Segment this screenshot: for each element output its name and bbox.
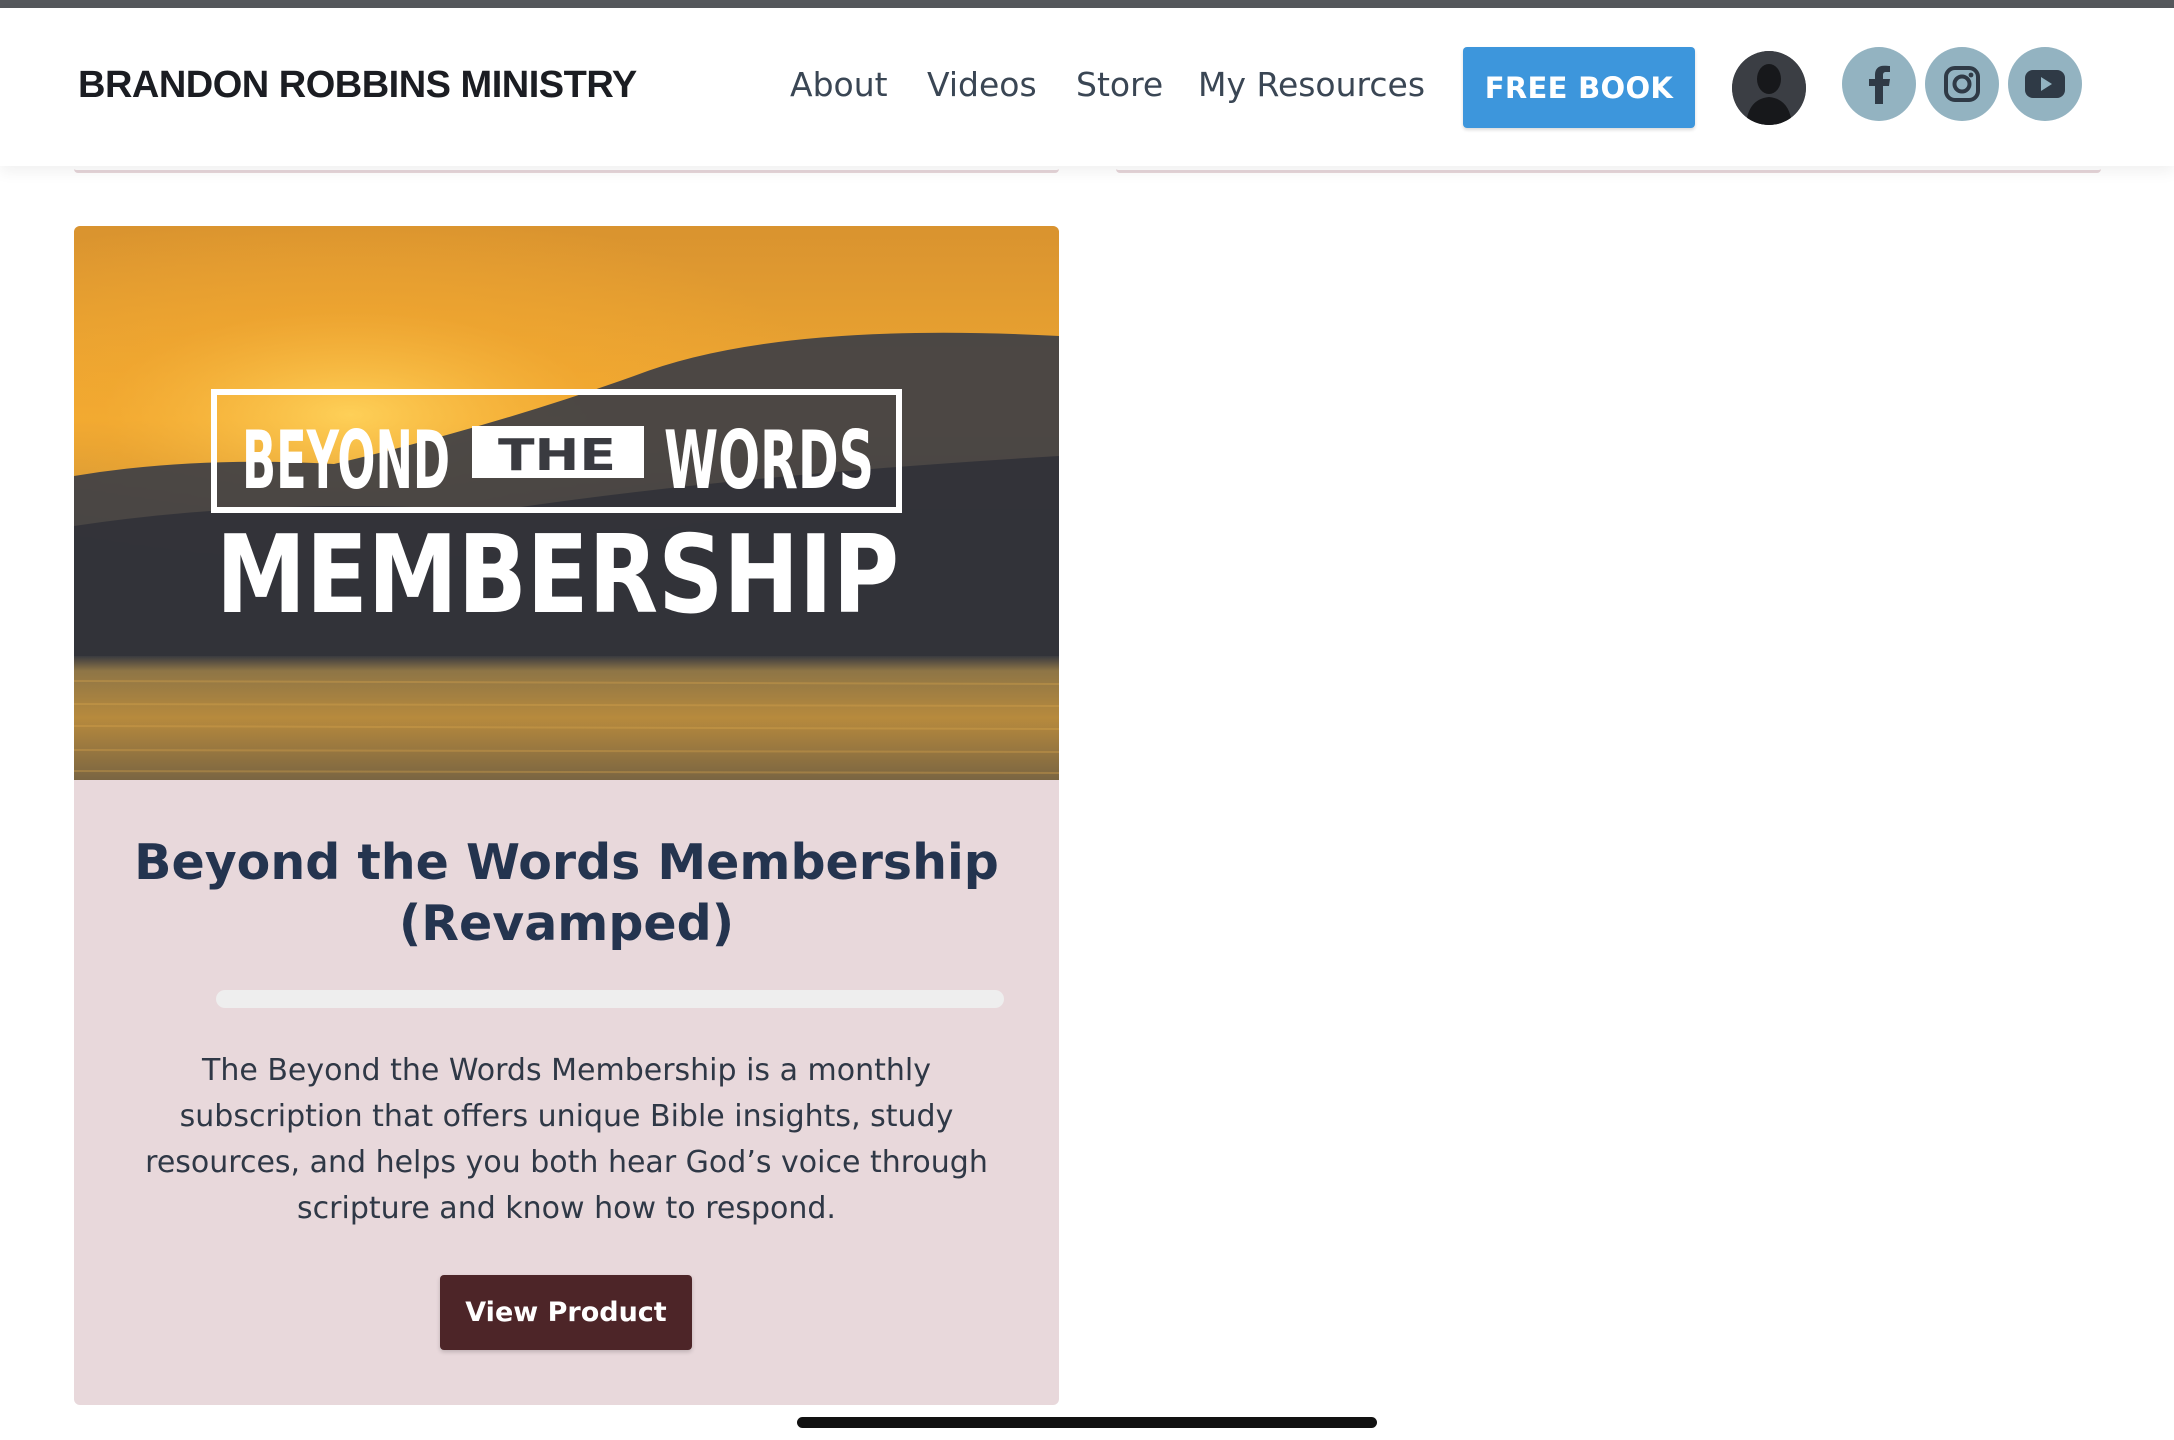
image-text-beyond: BEYOND [242,414,450,507]
user-silhouette-icon [1732,51,1806,125]
facebook-icon [1869,65,1890,104]
progress-bar [216,990,1004,1008]
user-avatar[interactable] [1732,51,1806,125]
site-header: BRANDON ROBBINS MINISTRY About Videos St… [0,8,2174,166]
instagram-icon [1944,66,1980,102]
nav-link-videos[interactable]: Videos [927,65,1037,104]
product-title[interactable]: Beyond the Words Membership (Revamped) [114,832,1019,954]
product-description: The Beyond the Words Membership is a mon… [145,1053,988,1226]
nav-link-my-resources[interactable]: My Resources [1198,65,1425,104]
instagram-button[interactable] [1925,47,1999,121]
youtube-icon [2025,70,2065,98]
nav-link-about[interactable]: About [790,65,888,104]
product-image[interactable]: BEYOND THE WORDS MEMBERSHIP [74,226,1059,780]
free-book-button[interactable]: FREE BOOK [1463,47,1695,128]
image-text-the: THE [498,430,616,481]
facebook-button[interactable] [1842,47,1916,121]
top-strip [0,0,2174,8]
view-product-button[interactable]: View Product [440,1275,692,1350]
home-indicator [797,1417,1377,1428]
product-card: BEYOND THE WORDS MEMBERSHIP Beyond the W… [74,226,1059,1405]
image-text-words: WORDS [664,414,874,507]
image-text-membership: MEMBERSHIP [216,513,899,638]
nav-link-store[interactable]: Store [1076,65,1163,104]
site-brand[interactable]: BRANDON ROBBINS MINISTRY [78,64,637,107]
youtube-button[interactable] [2008,47,2082,121]
